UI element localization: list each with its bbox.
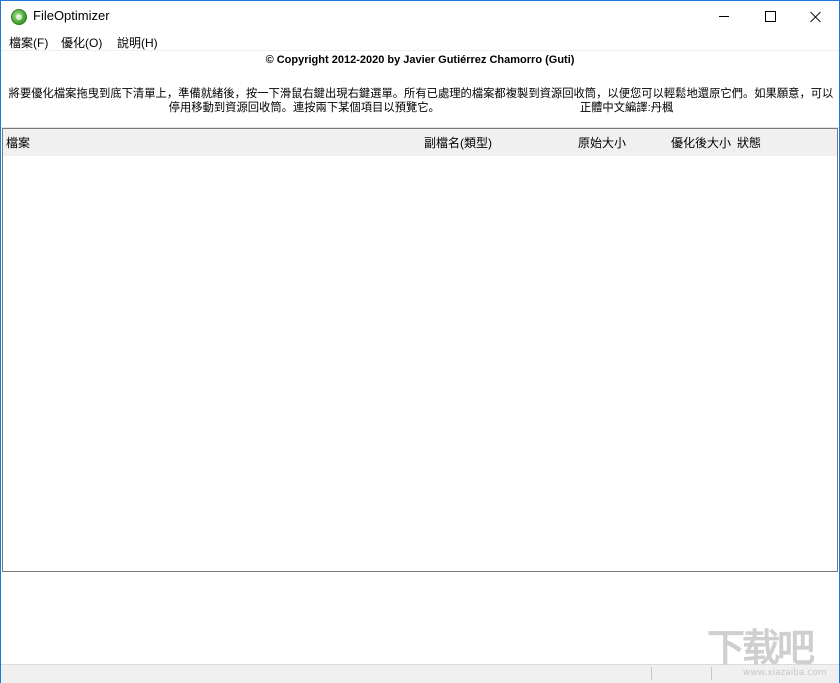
title-bar[interactable]: FileOptimizer bbox=[1, 1, 839, 32]
status-panel-1 bbox=[651, 667, 710, 680]
site-watermark: 下载吧 www.xiazaiba.com bbox=[705, 626, 837, 681]
window-title: FileOptimizer bbox=[33, 8, 110, 23]
column-header-original-size[interactable]: 原始大小 bbox=[578, 134, 626, 151]
instructions-body: 將要優化檔案拖曳到底下清單上，準備就緒後，按一下滑鼠右鍵出現右鍵選單。所有已處理… bbox=[8, 88, 834, 114]
column-header-optimized-size[interactable]: 優化後大小 bbox=[671, 134, 731, 151]
menu-bar: 檔案(F) 優化(O) 說明(H) bbox=[1, 32, 839, 51]
app-window: FileOptimizer 檔案(F) 優化(O) 說明(H) © Copyri… bbox=[0, 0, 840, 683]
close-button[interactable] bbox=[793, 1, 839, 32]
minimize-button[interactable] bbox=[701, 1, 747, 32]
list-header: 檔案 副檔名(類型) 原始大小 優化後大小 狀態 bbox=[3, 129, 837, 156]
column-header-extension[interactable]: 副檔名(類型) bbox=[424, 134, 492, 151]
instructions-text: 將要優化檔案拖曳到底下清單上，準備就緒後，按一下滑鼠右鍵出現右鍵選單。所有已處理… bbox=[5, 87, 837, 115]
minimize-icon bbox=[719, 16, 729, 17]
watermark-logo: 下载吧 bbox=[707, 626, 815, 670]
close-icon bbox=[810, 11, 822, 23]
menu-help[interactable]: 說明(H) bbox=[115, 34, 160, 51]
watermark-url: www.xiazaiba.com bbox=[743, 668, 827, 678]
fileoptimizer-app-icon bbox=[11, 9, 27, 25]
translator-credit: 正體中文編譯:丹楓 bbox=[579, 102, 674, 114]
menu-file[interactable]: 檔案(F) bbox=[7, 34, 50, 51]
file-list[interactable]: 檔案 副檔名(類型) 原始大小 優化後大小 狀態 bbox=[2, 128, 838, 572]
menu-optimize[interactable]: 優化(O) bbox=[59, 34, 104, 51]
column-header-file[interactable]: 檔案 bbox=[6, 134, 30, 151]
maximize-button[interactable] bbox=[747, 1, 793, 32]
copyright-text: © Copyright 2012-2020 by Javier Gutiérre… bbox=[265, 54, 575, 66]
maximize-icon bbox=[764, 11, 776, 22]
column-header-status[interactable]: 狀態 bbox=[737, 134, 761, 151]
